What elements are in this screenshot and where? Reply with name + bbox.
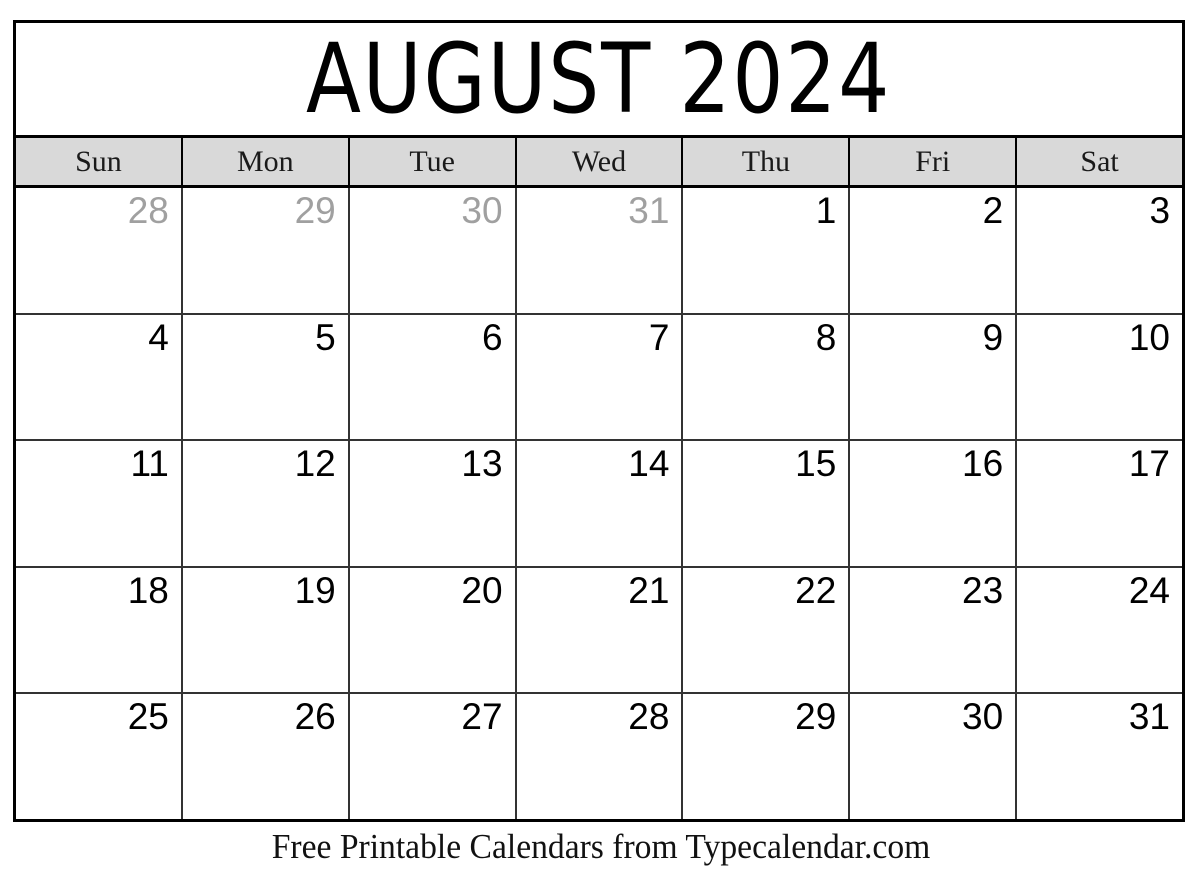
day-cell[interactable]: 22 <box>683 567 851 693</box>
day-number: 25 <box>127 696 169 738</box>
day-number: 15 <box>795 443 837 485</box>
day-cell[interactable]: 31 <box>516 188 684 313</box>
day-cell[interactable]: 29 <box>683 694 851 819</box>
weekday-header-label: Tue <box>409 144 455 178</box>
day-cell[interactable]: 6 <box>349 314 517 440</box>
day-number-adjacent-month: 31 <box>628 190 670 231</box>
day-grid: 28 29 30 31 1 2 3 4 5 6 7 8 9 10 11 12 13 14 15 16 17 18 19 20 2… <box>16 188 1183 819</box>
day-cell[interactable]: 30 <box>850 694 1018 819</box>
weekday-header-cell-sat: Sat <box>1017 138 1183 185</box>
day-cell[interactable]: 21 <box>516 567 684 693</box>
day-number: 4 <box>148 316 169 358</box>
day-number: 27 <box>461 696 503 738</box>
day-cell[interactable]: 31 <box>1017 694 1183 819</box>
day-number: 3 <box>1149 190 1171 231</box>
weekday-header-cell-fri: Fri <box>850 138 1018 185</box>
day-number: 22 <box>795 569 837 611</box>
week-row: 18 19 20 21 22 23 24 <box>16 567 1183 695</box>
weekday-header-cell-wed: Wed <box>516 138 684 185</box>
day-cell[interactable]: 17 <box>1017 441 1183 566</box>
day-number: 18 <box>127 569 169 611</box>
day-number-adjacent-month: 30 <box>461 190 503 231</box>
month-year-title: AUGUST 2024 <box>306 23 892 135</box>
day-cell[interactable]: 23 <box>850 567 1018 693</box>
day-number: 16 <box>962 443 1004 485</box>
day-number: 19 <box>294 569 336 611</box>
day-cell[interactable]: 13 <box>349 441 517 566</box>
day-cell[interactable]: 27 <box>349 694 517 819</box>
day-cell[interactable]: 16 <box>850 441 1018 566</box>
day-number: 2 <box>982 190 1004 231</box>
day-cell[interactable]: 1 <box>683 188 851 313</box>
day-number: 6 <box>482 316 503 358</box>
day-number: 30 <box>962 696 1004 738</box>
day-cell[interactable]: 8 <box>683 314 851 440</box>
day-number: 20 <box>461 569 503 611</box>
weekday-header-cell-tue: Tue <box>349 138 517 185</box>
day-number: 10 <box>1128 316 1171 358</box>
weekday-header-label: Sat <box>1080 144 1119 178</box>
day-number: 17 <box>1128 443 1171 485</box>
day-number: 9 <box>982 316 1004 358</box>
day-cell[interactable]: 28 <box>516 694 684 819</box>
day-number: 12 <box>294 443 336 485</box>
day-cell[interactable]: 24 <box>1017 567 1183 693</box>
day-number-adjacent-month: 29 <box>294 190 336 231</box>
calendar-page: AUGUST 2024 Sun Mon Tue Wed Thu Fri Sat 28 29 30… <box>0 0 1202 869</box>
day-cell[interactable]: 20 <box>349 567 517 693</box>
day-cell[interactable]: 29 <box>182 188 350 313</box>
day-cell[interactable]: 26 <box>182 694 350 819</box>
day-cell[interactable]: 14 <box>516 441 684 566</box>
day-number: 8 <box>815 316 837 358</box>
day-number: 13 <box>461 443 503 485</box>
day-number: 23 <box>962 569 1004 611</box>
weekday-header-label: Fri <box>915 144 951 178</box>
week-row: 11 12 13 14 15 16 17 <box>16 441 1183 568</box>
day-cell[interactable]: 9 <box>850 314 1018 440</box>
day-cell[interactable]: 19 <box>182 567 350 693</box>
footer-attribution-text: Free Printable Calendars from Typecalend… <box>271 827 931 866</box>
week-row: 28 29 30 31 1 2 3 <box>16 188 1183 315</box>
day-cell[interactable]: 30 <box>349 188 517 313</box>
weekday-header-label: Mon <box>236 144 294 178</box>
day-number-adjacent-month: 28 <box>127 190 169 231</box>
weekday-header-cell-mon: Mon <box>182 138 350 185</box>
day-cell[interactable]: 11 <box>16 441 183 566</box>
weekday-header-label: Wed <box>571 144 627 178</box>
day-cell[interactable]: 3 <box>1017 188 1183 313</box>
day-number: 21 <box>628 569 670 611</box>
day-number: 14 <box>628 443 670 485</box>
day-number: 11 <box>130 443 169 485</box>
day-number: 29 <box>795 696 837 738</box>
day-cell[interactable]: 15 <box>683 441 851 566</box>
day-cell[interactable]: 2 <box>850 188 1018 313</box>
calendar-title-band: AUGUST 2024 <box>16 23 1182 138</box>
week-row: 4 5 6 7 8 9 10 <box>16 314 1183 442</box>
weekday-header-cell-sun: Sun <box>16 138 183 185</box>
monthly-calendar: AUGUST 2024 Sun Mon Tue Wed Thu Fri Sat 28 29 30… <box>13 20 1185 822</box>
day-cell[interactable]: 25 <box>16 694 183 819</box>
day-number: 26 <box>294 696 336 738</box>
day-cell[interactable]: 18 <box>16 567 183 693</box>
day-cell[interactable]: 4 <box>16 314 183 440</box>
week-row: 25 26 27 28 29 30 31 <box>16 694 1183 819</box>
weekday-header-label: Thu <box>741 144 791 178</box>
weekday-header-label: Sun <box>75 144 122 178</box>
day-cell[interactable]: 7 <box>516 314 684 440</box>
day-cell[interactable]: 12 <box>182 441 350 566</box>
day-cell[interactable]: 5 <box>182 314 350 440</box>
day-number: 28 <box>628 696 670 738</box>
day-number: 31 <box>1128 696 1171 738</box>
day-cell[interactable]: 10 <box>1017 314 1183 440</box>
day-number: 7 <box>648 316 670 358</box>
footer: Free Printable Calendars from Typecalend… <box>0 824 1202 869</box>
day-number: 1 <box>815 190 837 231</box>
day-cell[interactable]: 28 <box>16 188 183 313</box>
weekday-header-row: Sun Mon Tue Wed Thu Fri Sat <box>16 138 1183 188</box>
weekday-header-cell-thu: Thu <box>683 138 851 185</box>
day-number: 5 <box>315 316 336 358</box>
day-number: 24 <box>1128 569 1171 611</box>
